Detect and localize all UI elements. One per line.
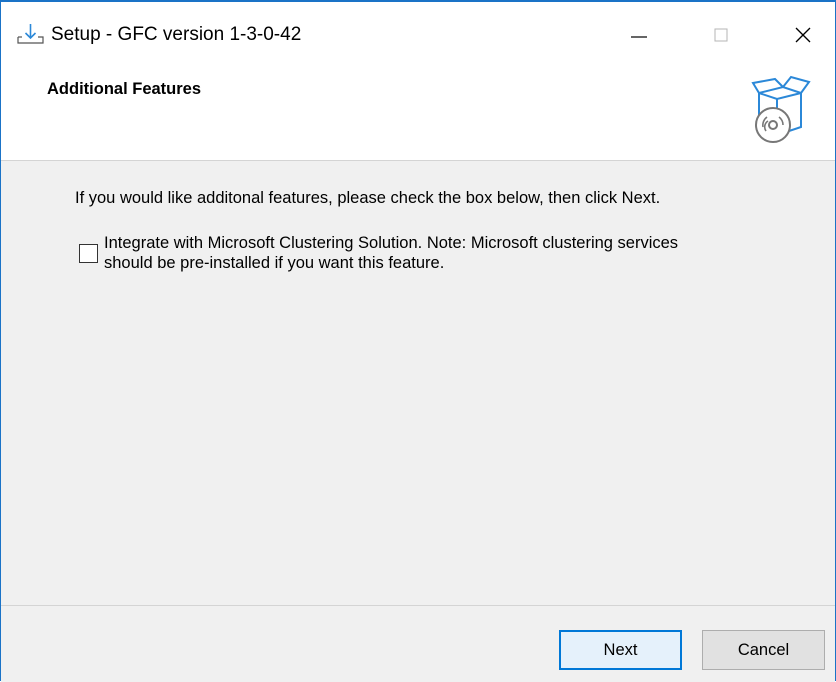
setup-window: Setup - GFC version 1-3-0-42 Additional …: [0, 0, 836, 682]
clustering-option[interactable]: Integrate with Microsoft Clustering Solu…: [79, 233, 779, 281]
close-button[interactable]: [773, 2, 833, 68]
clustering-checkbox[interactable]: [79, 244, 98, 263]
wizard-footer: Next Cancel: [1, 605, 835, 682]
page-title: Additional Features: [47, 80, 202, 98]
checkbox-label-line-1: Integrate with Microsoft Clustering Solu…: [104, 234, 679, 252]
download-setup-icon: [17, 23, 45, 45]
instruction-text: If you would like additonal features, pl…: [75, 189, 661, 207]
maximize-icon: [714, 28, 728, 42]
wizard-header: Additional Features: [1, 64, 835, 161]
checkbox-label-line-2: should be pre-installed if you want this…: [104, 254, 445, 272]
wizard-content: If you would like additonal features, pl…: [1, 161, 835, 605]
minimize-button[interactable]: [609, 2, 669, 68]
minimize-icon: [631, 36, 647, 38]
clustering-checkbox-label[interactable]: Integrate with Microsoft Clustering Solu…: [104, 233, 784, 273]
maximize-button[interactable]: [691, 2, 751, 68]
cancel-button[interactable]: Cancel: [702, 630, 825, 670]
window-title: Setup - GFC version 1-3-0-42: [51, 24, 302, 45]
close-icon: [795, 27, 811, 43]
installer-box-disc-icon: [749, 71, 811, 149]
next-button[interactable]: Next: [559, 630, 682, 670]
